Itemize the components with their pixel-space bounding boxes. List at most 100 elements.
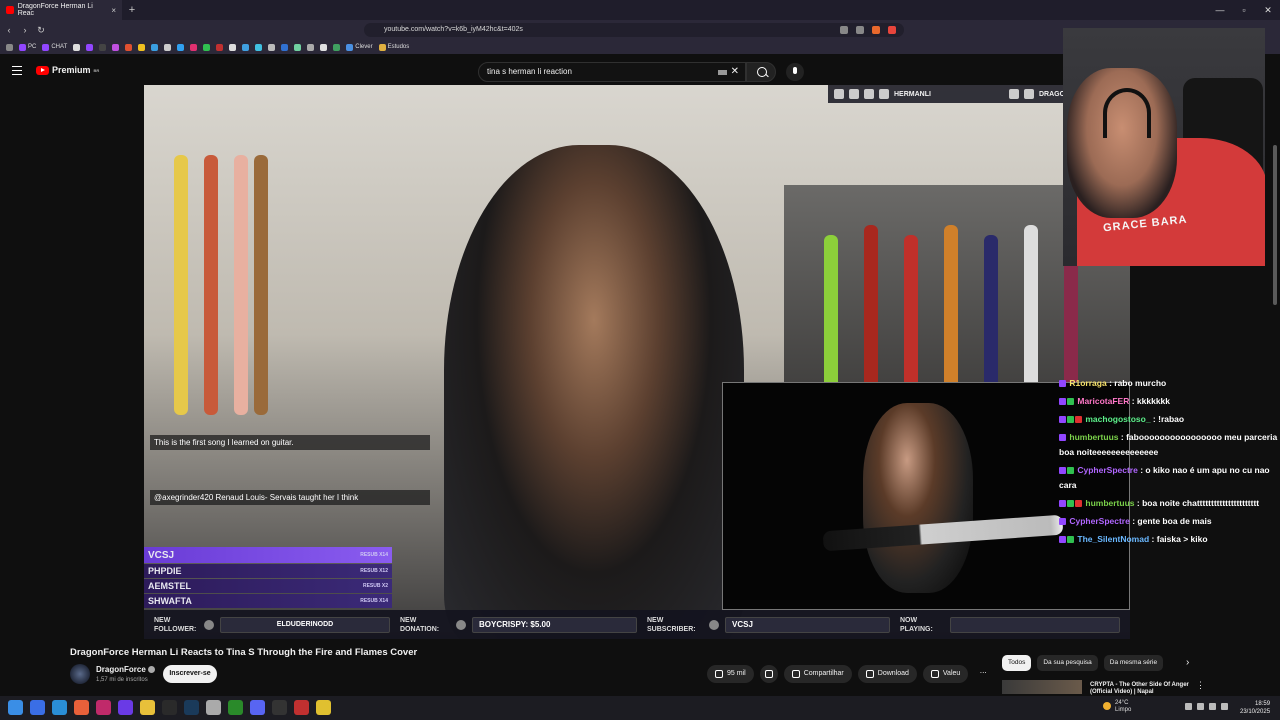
keyboard-icon[interactable] (718, 70, 727, 75)
search-input[interactable]: tina s herman li reaction ✕ (478, 62, 746, 82)
like-button[interactable]: 95 mil (707, 665, 754, 683)
chat-username[interactable]: humbertuus (1085, 498, 1134, 508)
rewards-icon[interactable] (888, 26, 896, 34)
bookmark-icon[interactable] (138, 43, 146, 51)
file-explorer-icon[interactable] (140, 700, 155, 715)
bookmark-icon[interactable] (151, 43, 159, 51)
chat-username[interactable]: MaricotaFER (1077, 396, 1129, 406)
app-icon[interactable] (316, 700, 331, 715)
chevron-up-icon[interactable] (1185, 703, 1192, 710)
apps-icon[interactable] (6, 43, 13, 51)
app-icon[interactable] (294, 700, 309, 715)
video-thumbnail[interactable] (1002, 680, 1082, 694)
bookmark-icon[interactable] (86, 43, 94, 51)
clock[interactable]: 18:59 23/10/2025 (1240, 700, 1270, 716)
chip-from-search[interactable]: Da sua pesquisa (1037, 655, 1098, 671)
search-button[interactable] (746, 62, 776, 82)
start-icon[interactable] (8, 700, 23, 715)
browser-tab[interactable]: DragonForce Herman Li Reac × (0, 0, 122, 20)
voice-search-icon[interactable] (786, 63, 804, 81)
maximize-icon[interactable]: ▫ (1232, 0, 1256, 20)
chat-username[interactable]: machogostoso_ (1085, 414, 1150, 424)
chat-username[interactable]: CypherSpectre (1069, 516, 1129, 526)
bookmark-icon[interactable] (73, 43, 81, 51)
app-icon[interactable] (30, 700, 45, 715)
back-icon[interactable]: ‹ (2, 25, 16, 35)
chat-username[interactable]: CypherSpectre (1077, 465, 1137, 475)
scrollbar-thumb[interactable] (1273, 145, 1277, 305)
chat-username[interactable]: humbertuus (1069, 432, 1118, 442)
more-actions-button[interactable]: ⋯ (974, 665, 992, 683)
brave-shield-icon[interactable] (872, 26, 880, 34)
channel-avatar[interactable] (70, 664, 90, 684)
chat-username[interactable]: The_SilentNomad (1077, 534, 1149, 544)
reload-icon[interactable]: ↻ (34, 25, 48, 36)
menu-icon[interactable] (12, 66, 22, 75)
brave-icon[interactable] (74, 700, 89, 715)
new-tab-button[interactable]: + (122, 4, 142, 16)
bookmark-icon[interactable] (229, 43, 237, 51)
close-window-icon[interactable]: ✕ (1256, 0, 1280, 20)
app-icon[interactable] (96, 700, 111, 715)
chip-all[interactable]: Todos (1002, 655, 1032, 671)
chat-username[interactable]: R1orraga (1069, 378, 1106, 388)
chip-same-series[interactable]: Da mesma série (1103, 655, 1164, 671)
video-player[interactable]: HERMANLI DRAGO This is the first song I … (144, 85, 1130, 639)
bookmark-icon[interactable] (190, 43, 198, 51)
battery-icon[interactable] (1221, 703, 1228, 710)
bookmark-icon[interactable] (333, 43, 341, 51)
bookmark-icon[interactable] (255, 43, 263, 51)
bookmark-icon[interactable] (320, 43, 328, 51)
bookmark-clever[interactable]: Clever (346, 43, 373, 51)
close-tab-icon[interactable]: × (111, 6, 116, 15)
bookmark-icon[interactable] (281, 43, 289, 51)
thanks-button[interactable]: Valeu (922, 665, 969, 683)
dislike-button[interactable] (759, 665, 778, 683)
discord-icon[interactable] (250, 700, 265, 715)
share-button[interactable]: Compartilhar (783, 665, 852, 683)
bookmark-estudos[interactable]: Estudos (378, 43, 409, 51)
steam-icon[interactable] (184, 700, 199, 715)
bookmark-icon[interactable] (294, 43, 302, 51)
bookmark-icon[interactable] (177, 43, 185, 51)
chevron-right-icon[interactable]: › (1186, 657, 1189, 668)
bookmark-icon[interactable] (125, 43, 133, 51)
volume-icon[interactable] (1209, 703, 1216, 710)
subscribe-button[interactable]: Inscrever-se (163, 665, 217, 683)
rec-title[interactable]: CRYPTA - The Other Side Of Anger (Offici… (1090, 682, 1205, 696)
bookmark-icon[interactable] (268, 43, 276, 51)
minimize-icon[interactable]: — (1208, 0, 1232, 20)
app-icon[interactable] (162, 700, 177, 715)
bookmark-icon[interactable] (203, 43, 211, 51)
viewer-chat: R1orraga : rabo murcho MaricotaFER : kkk… (1059, 376, 1280, 550)
app-icon[interactable] (118, 700, 133, 715)
app-icon[interactable] (206, 700, 221, 715)
download-button[interactable]: Download (857, 665, 917, 683)
stream-chat-overlay: This is the first song I learned on guit… (150, 435, 430, 508)
bookmark-pc[interactable]: PC (19, 43, 36, 51)
more-icon[interactable]: ⋮ (1196, 680, 1205, 691)
channel-name[interactable]: DragonForce (96, 665, 155, 674)
bookmark-icon[interactable] (242, 43, 250, 51)
weather-widget[interactable]: 24°C Limpo (1103, 700, 1131, 714)
bookmark-icon[interactable] (99, 43, 107, 51)
clear-search-icon[interactable]: ✕ (731, 63, 739, 81)
scrollbar[interactable] (1272, 85, 1278, 685)
app-icon[interactable] (52, 700, 67, 715)
chat-text: gente boa de mais (1137, 516, 1212, 526)
obs-icon[interactable] (272, 700, 287, 715)
forward-icon[interactable]: › (18, 25, 32, 35)
chat-text: boa noite chatttttttttttttttttttttt (1142, 498, 1260, 508)
xbox-icon[interactable] (228, 700, 243, 715)
url-bar[interactable]: youtube.com/watch?v=k6b_iyM42hc&t=402s (364, 23, 904, 37)
share-icon[interactable] (856, 26, 864, 34)
bookmark-icon[interactable] (164, 43, 172, 51)
recommended-video[interactable]: CRYPTA - The Other Side Of Anger (Offici… (1002, 680, 1280, 696)
youtube-logo[interactable]: Premium BR (36, 65, 99, 75)
bookmark-icon[interactable] (112, 43, 120, 51)
bookmark-icon[interactable] (216, 43, 224, 51)
network-icon[interactable] (1197, 703, 1204, 710)
bookmark-icon[interactable] (307, 43, 315, 51)
bookmark-chat[interactable]: CHAT (42, 43, 67, 51)
install-icon[interactable] (840, 26, 848, 34)
